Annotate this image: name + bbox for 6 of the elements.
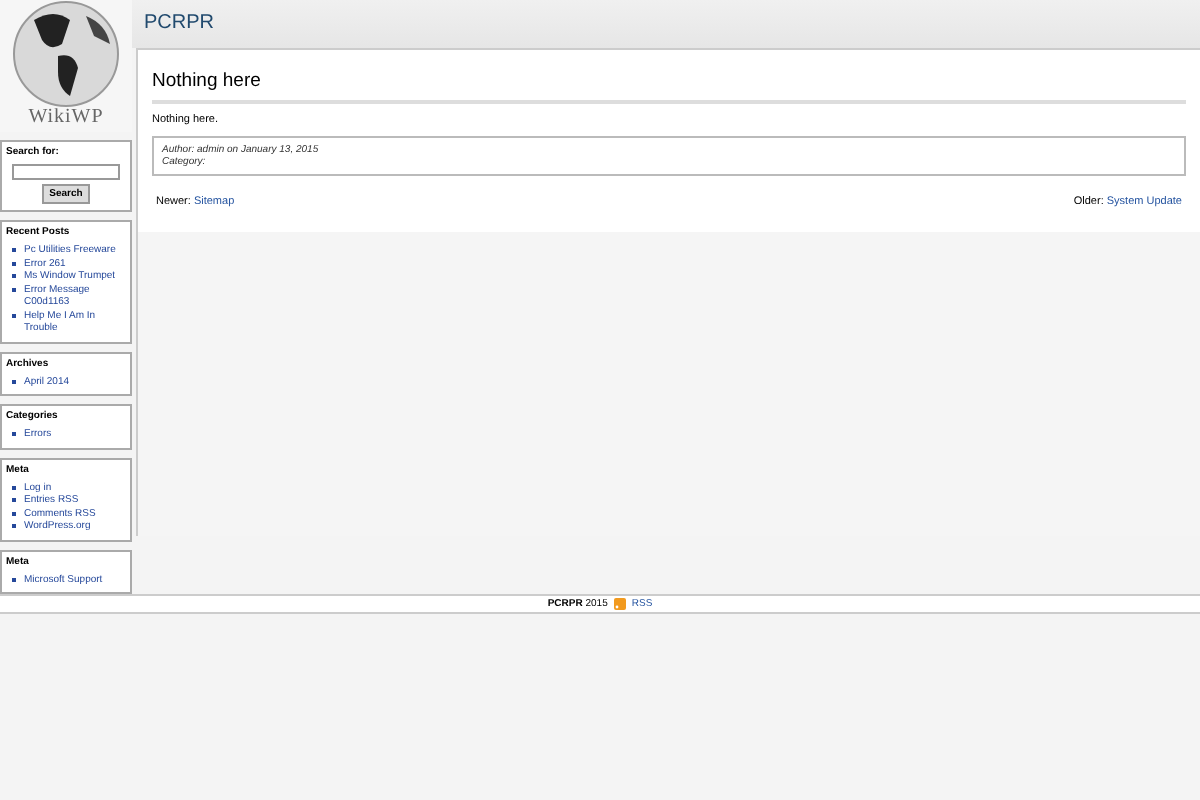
logo-text: WikiWP	[28, 108, 104, 128]
post-title: Nothing here	[152, 70, 1186, 104]
search-field[interactable]	[12, 164, 120, 180]
globe-icon	[10, 0, 122, 108]
site-title[interactable]: PCRPR	[144, 12, 215, 34]
rss-icon[interactable]	[613, 598, 626, 610]
